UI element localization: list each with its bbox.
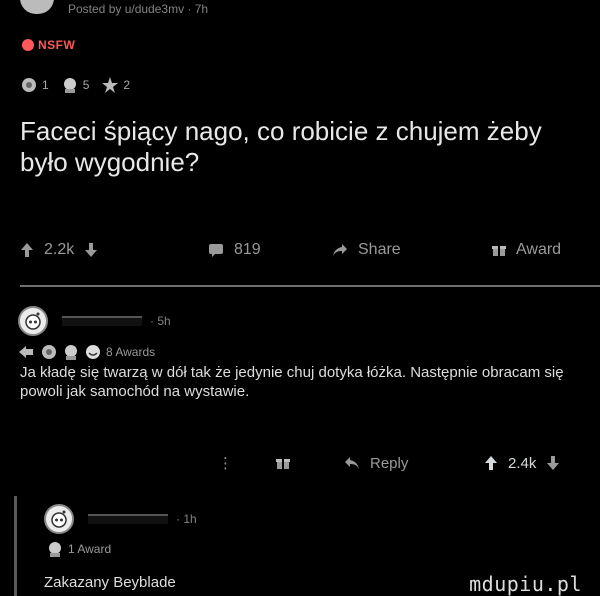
comment-header: · 5h xyxy=(18,306,171,336)
post-title[interactable]: Faceci śpiący nago, co robicie z chujem … xyxy=(20,116,590,178)
awards-count-text: 1 Award xyxy=(68,542,112,556)
wholesome-award-icon xyxy=(63,78,76,93)
avatar[interactable] xyxy=(44,504,74,534)
downvote-icon[interactable] xyxy=(546,455,560,471)
reply-label: Reply xyxy=(370,454,409,472)
snoo-avatar-icon xyxy=(25,312,41,330)
comment-action-bar: ⋮ Reply 2.4k xyxy=(0,452,600,474)
share-button[interactable]: Share xyxy=(332,241,401,259)
avatar[interactable] xyxy=(18,306,48,336)
divider xyxy=(20,285,600,287)
award-button[interactable]: Award xyxy=(492,241,561,259)
post-header: Posted by u/dude3mv · 7h xyxy=(20,0,208,18)
comment-vote-group: 2.4k xyxy=(484,455,560,472)
upvote-icon[interactable] xyxy=(20,242,34,258)
gift-icon xyxy=(492,246,506,256)
comment-icon xyxy=(209,244,223,257)
vote-group: 2.2k xyxy=(20,241,98,259)
post-action-bar: 2.2k 819 Share Award xyxy=(0,238,600,262)
reply-icon xyxy=(345,457,359,469)
upvote-icon[interactable] xyxy=(484,455,498,471)
comment-time: · 1h xyxy=(176,512,197,526)
helpful-award-icon xyxy=(22,78,36,92)
awards-count-text: 8 Awards xyxy=(106,345,156,359)
redacted-username xyxy=(88,514,168,524)
comment-vote-count: 2.4k xyxy=(508,454,537,472)
reply-button[interactable]: Reply xyxy=(344,455,408,472)
award-count: 5 xyxy=(82,78,90,92)
award-count: 2 xyxy=(123,78,131,92)
redacted-username xyxy=(62,316,142,326)
nsfw-tag: NSFW xyxy=(22,38,75,52)
award-label: Award xyxy=(516,241,562,258)
share-label: Share xyxy=(358,241,401,258)
comment-body: Zakazany Beyblade xyxy=(44,574,176,591)
comment-awards[interactable]: 8 Awards xyxy=(18,343,155,361)
nsfw-label: NSFW xyxy=(38,38,76,52)
comments-button[interactable]: 819 xyxy=(208,241,261,259)
post-byline[interactable]: Posted by u/dude3mv · 7h xyxy=(68,2,208,16)
watermark-logo: mdupiu.pl xyxy=(469,572,582,596)
subreddit-avatar[interactable] xyxy=(20,0,54,14)
comment-awards[interactable]: 1 Award xyxy=(46,540,111,558)
wholesome-award-icon xyxy=(65,345,77,360)
share-icon xyxy=(333,244,347,256)
comment-header: · 1h xyxy=(44,504,197,534)
snoo-avatar-icon xyxy=(51,510,67,528)
helpful-award-icon xyxy=(42,345,56,359)
comment-time: · 5h xyxy=(150,314,171,328)
wholesome-award-icon xyxy=(49,542,61,557)
upvote-count: 2.2k xyxy=(44,241,75,258)
award-count: 1 xyxy=(42,78,49,92)
silver-award-icon xyxy=(102,77,119,93)
arrow-award-icon xyxy=(19,346,33,358)
post-awards[interactable]: 1 5 2 xyxy=(20,76,142,94)
gift-icon[interactable] xyxy=(276,456,290,470)
comment-count: 819 xyxy=(234,241,261,258)
more-options-icon[interactable]: ⋮ xyxy=(218,454,233,472)
comment-body: Ja kładę się twarzą w dół tak że jedynie… xyxy=(20,364,564,400)
nsfw-icon xyxy=(22,39,34,51)
thread-line[interactable] xyxy=(14,496,17,596)
downvote-icon[interactable] xyxy=(84,242,98,258)
smile-award-icon xyxy=(86,345,100,359)
